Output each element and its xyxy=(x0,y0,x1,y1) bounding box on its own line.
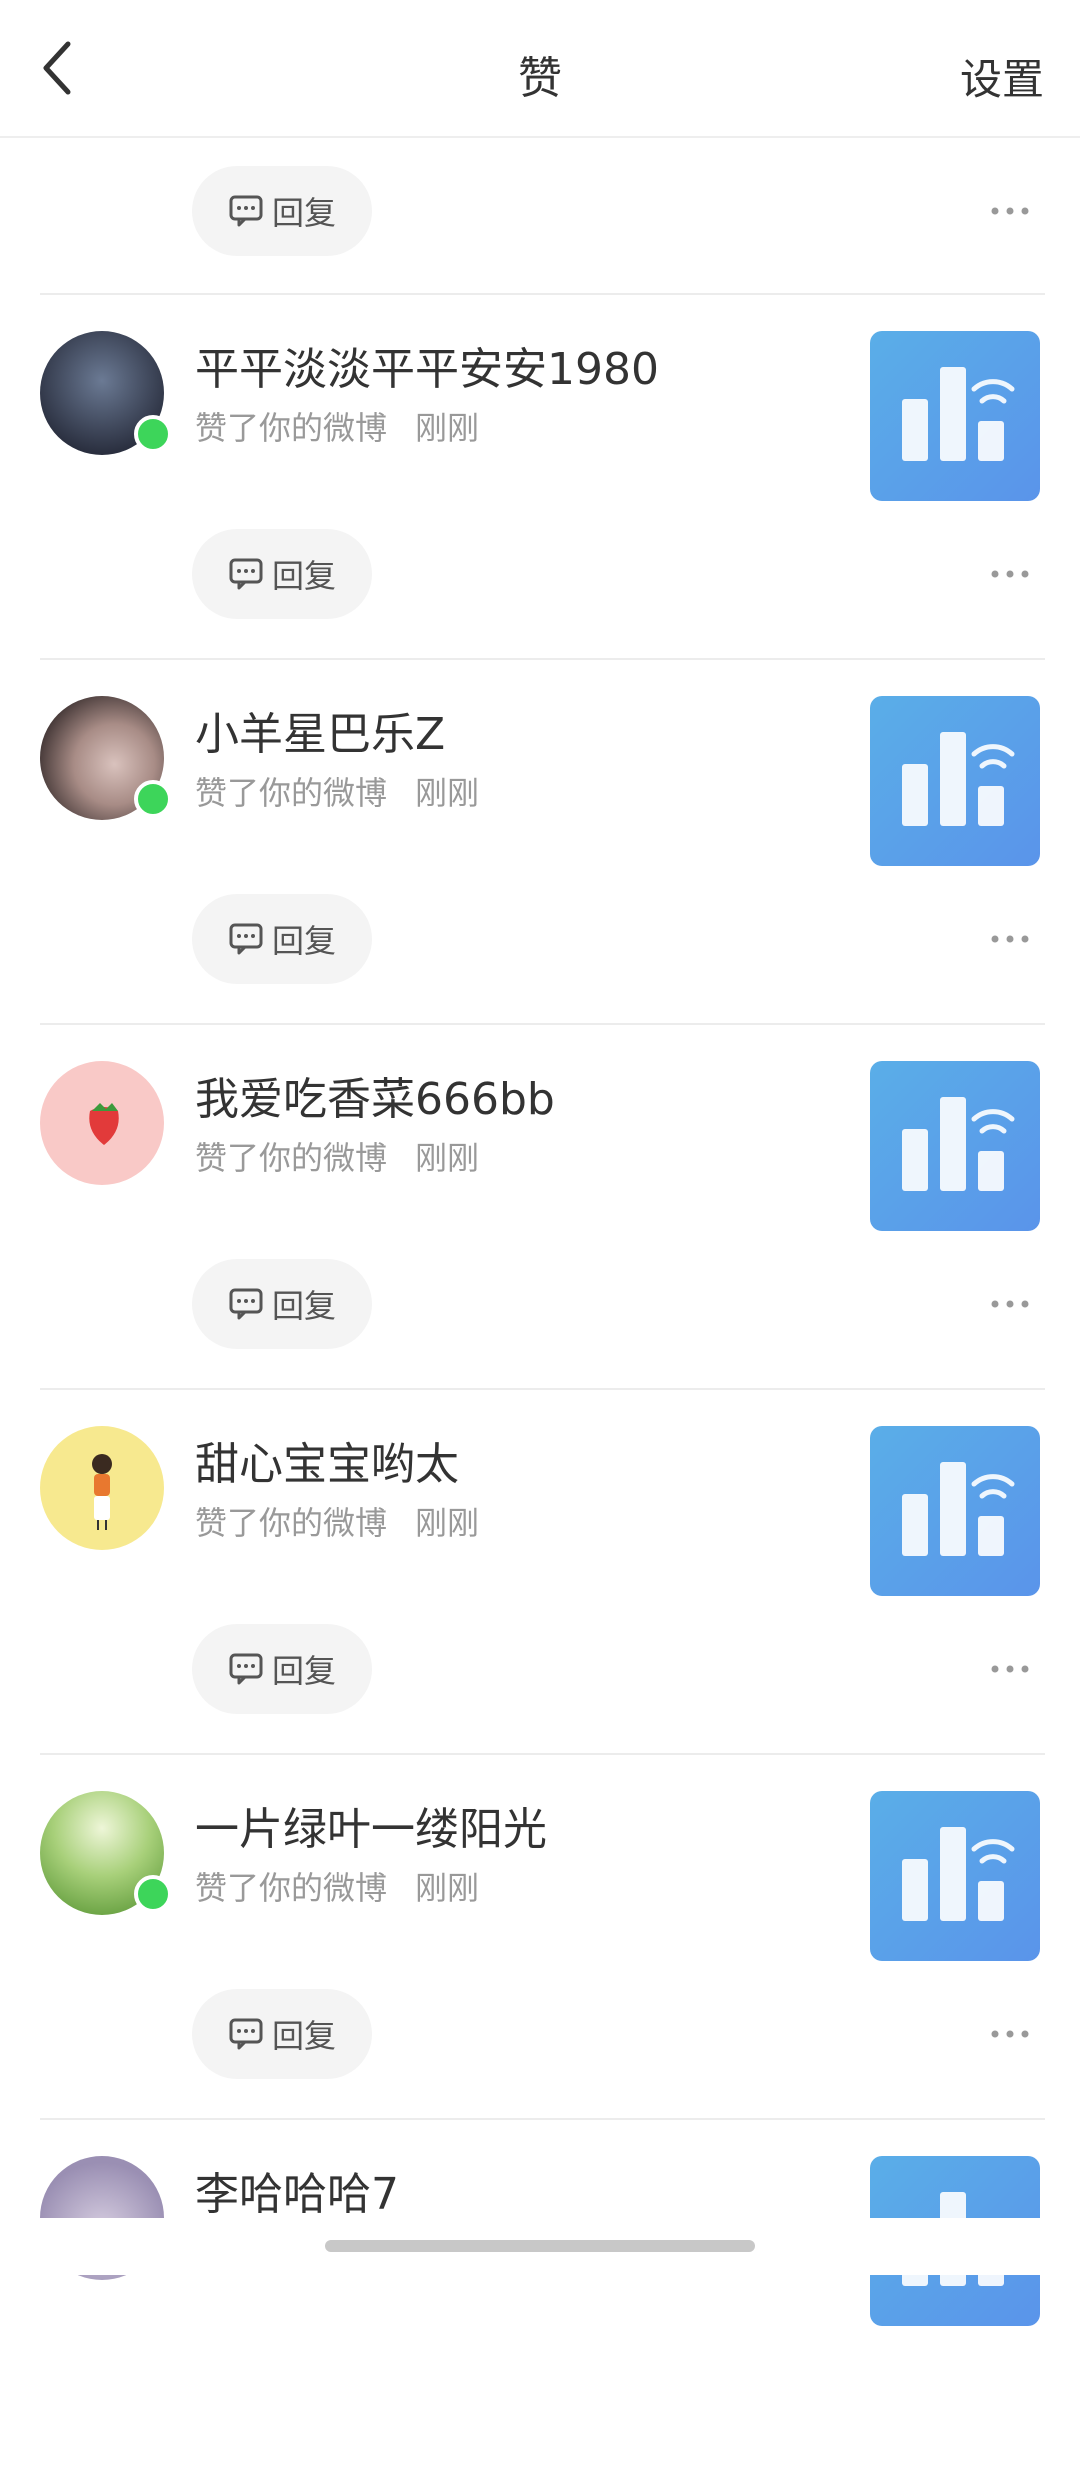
more-button[interactable] xyxy=(980,919,1040,959)
user-name[interactable]: 我爱吃香菜666bb xyxy=(195,1063,555,1127)
divider xyxy=(40,293,1045,295)
settings-button[interactable]: 设置 xyxy=(960,46,1044,107)
avatar[interactable] xyxy=(40,696,172,820)
divider xyxy=(40,1023,1045,1025)
reply-label: 回复 xyxy=(271,1652,336,1690)
activity-time: 刚刚 xyxy=(415,409,480,447)
online-status-dot xyxy=(134,780,172,818)
reply-label: 回复 xyxy=(271,194,336,232)
online-status-dot xyxy=(134,415,172,453)
user-name[interactable]: 平平淡淡平平安安1980 xyxy=(195,333,659,397)
online-status-dot xyxy=(134,1875,172,1913)
bar-chart-wifi-icon xyxy=(902,1097,1015,1191)
activity-time: 刚刚 xyxy=(415,1139,480,1177)
comment-icon xyxy=(229,1288,263,1320)
app-header: 赞 设置 xyxy=(0,0,1080,138)
user-name[interactable]: 甜心宝宝哟太 xyxy=(195,1428,459,1492)
list-item-partial: 回复 xyxy=(0,138,1080,293)
reply-button[interactable]: 回复 xyxy=(192,1624,372,1714)
avatar[interactable] xyxy=(40,1791,172,1915)
comment-icon xyxy=(229,558,263,590)
strawberry-icon xyxy=(89,1103,119,1145)
activity-line: 赞了你的微博 刚刚 xyxy=(195,1863,479,1909)
more-horizontal-icon xyxy=(991,570,1029,578)
post-thumbnail[interactable] xyxy=(870,1426,1040,1596)
reply-button[interactable]: 回复 xyxy=(192,1989,372,2079)
more-button[interactable] xyxy=(980,1284,1040,1324)
more-button[interactable] xyxy=(980,191,1040,231)
activity-line: 赞了你的微博 刚刚 xyxy=(195,1133,479,1179)
activity-line: 赞了你的微博 刚刚 xyxy=(195,768,479,814)
more-button[interactable] xyxy=(980,1649,1040,1689)
bar-chart-wifi-icon xyxy=(902,1462,1015,1556)
list-item[interactable]: 甜心宝宝哟太 赞了你的微博 刚刚 回复 xyxy=(0,1388,1080,1753)
user-name[interactable]: 小羊星巴乐Z xyxy=(195,698,445,762)
activity-text: 赞了你的微博 xyxy=(195,774,388,812)
post-thumbnail[interactable] xyxy=(870,331,1040,501)
avatar[interactable] xyxy=(40,331,172,455)
more-horizontal-icon xyxy=(991,1300,1029,1308)
post-thumbnail[interactable] xyxy=(870,696,1040,866)
activity-text: 赞了你的微博 xyxy=(195,1869,388,1907)
avatar[interactable] xyxy=(40,1426,164,1550)
activity-text: 赞了你的微博 xyxy=(195,1139,388,1177)
divider xyxy=(40,658,1045,660)
page-title: 赞 xyxy=(518,53,562,104)
more-horizontal-icon xyxy=(991,935,1029,943)
list-item[interactable]: 我爱吃香菜666bb 赞了你的微博 刚刚 回复 xyxy=(0,1023,1080,1388)
bar-chart-wifi-icon xyxy=(902,732,1015,826)
bar-chart-wifi-icon xyxy=(902,1827,1015,1921)
comment-icon xyxy=(229,1653,263,1685)
reply-label: 回复 xyxy=(271,922,336,960)
list-item-partial[interactable]: 李哈哈哈7 xyxy=(0,2118,1080,2483)
post-thumbnail[interactable] xyxy=(870,1791,1040,1961)
activity-text: 赞了你的微博 xyxy=(195,409,388,447)
home-indicator[interactable] xyxy=(325,2240,755,2252)
list-item[interactable]: 小羊星巴乐Z 赞了你的微博 刚刚 回复 xyxy=(0,658,1080,1023)
more-button[interactable] xyxy=(980,554,1040,594)
activity-time: 刚刚 xyxy=(415,774,480,812)
more-button[interactable] xyxy=(980,2014,1040,2054)
user-name[interactable]: 李哈哈哈7 xyxy=(195,2158,399,2222)
divider xyxy=(40,1753,1045,1755)
more-horizontal-icon xyxy=(991,1665,1029,1673)
reply-button[interactable]: 回复 xyxy=(192,1259,372,1349)
activity-time: 刚刚 xyxy=(415,1869,480,1907)
reply-label: 回复 xyxy=(271,2017,336,2055)
reply-button[interactable]: 回复 xyxy=(192,529,372,619)
reply-label: 回复 xyxy=(271,1287,336,1325)
comment-icon xyxy=(229,2018,263,2050)
girl-illustration-icon xyxy=(92,1454,112,1530)
reply-button[interactable]: 回复 xyxy=(192,166,372,256)
list-item[interactable]: 平平淡淡平平安安1980 赞了你的微博 刚刚 回复 xyxy=(0,293,1080,658)
likes-list: 回复 平平淡淡平平安安1980 赞了你的微博 刚刚 回复 小羊星巴乐Z 赞了你的… xyxy=(0,138,1080,2483)
more-horizontal-icon xyxy=(991,207,1029,215)
bar-chart-wifi-icon xyxy=(902,367,1015,461)
activity-time: 刚刚 xyxy=(415,1504,480,1542)
more-horizontal-icon xyxy=(991,2030,1029,2038)
comment-icon xyxy=(229,195,263,227)
divider xyxy=(40,1388,1045,1390)
reply-label: 回复 xyxy=(271,557,336,595)
avatar[interactable] xyxy=(40,1061,164,1185)
user-name[interactable]: 一片绿叶一缕阳光 xyxy=(195,1793,547,1857)
reply-button[interactable]: 回复 xyxy=(192,894,372,984)
activity-text: 赞了你的微博 xyxy=(195,1504,388,1542)
comment-icon xyxy=(229,923,263,955)
activity-line: 赞了你的微博 刚刚 xyxy=(195,1498,479,1544)
activity-line: 赞了你的微博 刚刚 xyxy=(195,403,479,449)
list-item[interactable]: 一片绿叶一缕阳光 赞了你的微博 刚刚 回复 xyxy=(0,1753,1080,2118)
post-thumbnail[interactable] xyxy=(870,1061,1040,1231)
divider xyxy=(40,2118,1045,2120)
